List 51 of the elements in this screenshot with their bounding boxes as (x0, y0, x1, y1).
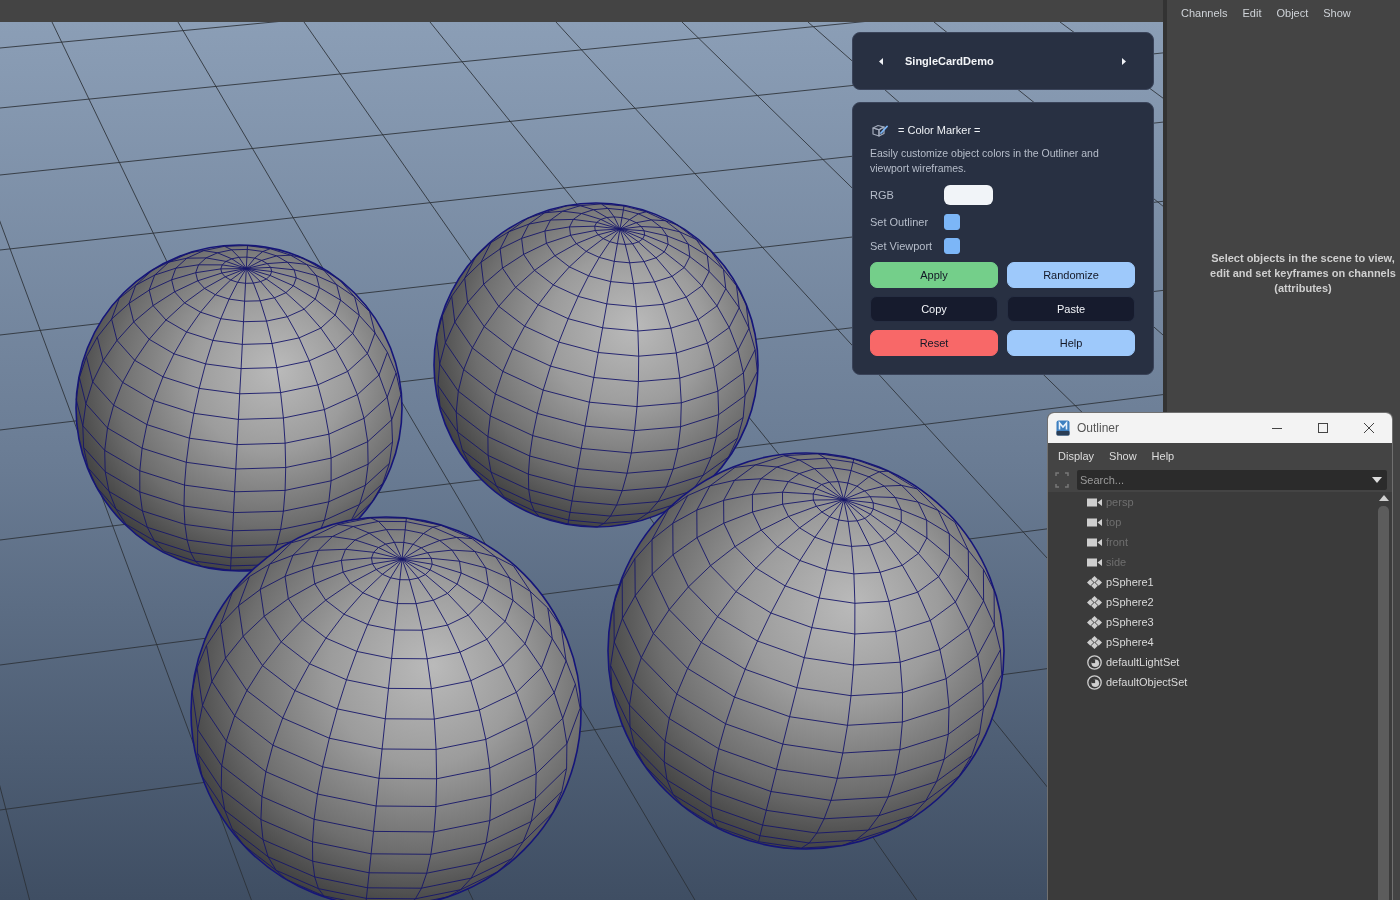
scroll-up-arrow-icon[interactable] (1378, 495, 1389, 501)
checkbox[interactable] (944, 214, 960, 230)
checkbox-label: Set Viewport (870, 240, 934, 252)
menu-item[interactable]: Show (1109, 450, 1137, 462)
menu-item[interactable]: Edit (1242, 6, 1262, 22)
action-button[interactable]: Apply (870, 262, 998, 288)
tool-description: Easily customize object colors in the Outliner and viewport wireframes. (870, 146, 1100, 176)
card-title: SingleCardDemo (905, 55, 994, 67)
menu-item[interactable]: Show (1323, 6, 1351, 22)
transform-icon (1087, 575, 1102, 589)
outliner-item[interactable]: pSphere4 (1048, 632, 1378, 652)
close-icon[interactable] (1364, 423, 1374, 433)
search-field[interactable]: Search... (1077, 470, 1387, 490)
dropdown-arrow-icon[interactable] (1372, 477, 1382, 483)
field-label: RGB (870, 189, 895, 201)
checkbox[interactable] (944, 238, 960, 254)
camera-icon (1087, 557, 1102, 567)
app-icon (1056, 420, 1070, 436)
set-icon (1087, 674, 1102, 690)
menu-item[interactable]: Channels (1181, 6, 1228, 22)
set-icon (1087, 654, 1102, 670)
menu-item[interactable]: Display (1058, 450, 1095, 462)
empty-message: Select objects in the scene to view, edit and set keyframes on channels (attributes) (1209, 251, 1397, 296)
outliner-item[interactable]: defaultLightSet (1048, 652, 1378, 672)
color-swatch[interactable] (944, 185, 993, 205)
checkbox-label: Set Outliner (870, 216, 930, 228)
camera-icon (1087, 537, 1102, 547)
action-button[interactable]: Randomize (1007, 262, 1135, 288)
action-button[interactable]: Paste (1007, 296, 1135, 322)
transform-icon (1087, 595, 1102, 609)
scrollbar-thumb[interactable] (1378, 506, 1389, 900)
outliner-item[interactable]: pSphere1 (1048, 572, 1378, 592)
action-button[interactable]: Copy (870, 296, 998, 322)
action-button[interactable]: Help (1007, 330, 1135, 356)
tool-title: = Color Marker = (898, 124, 981, 136)
action-button[interactable]: Reset (870, 330, 998, 356)
maximize-icon[interactable] (1318, 423, 1328, 433)
cube-pencil-icon (872, 123, 888, 137)
window-title: Outliner (1077, 421, 1120, 435)
camera-icon (1087, 517, 1102, 527)
transform-icon (1087, 615, 1102, 629)
minimize-icon[interactable] (1272, 427, 1282, 429)
menu-item[interactable]: Object (1276, 6, 1309, 22)
outliner-item[interactable]: defaultObjectSet (1048, 672, 1378, 692)
menu-item[interactable]: Help (1151, 450, 1175, 462)
camera-icon (1087, 497, 1102, 507)
caret-right-icon[interactable] (1122, 57, 1126, 65)
outliner-item[interactable]: pSphere3 (1048, 612, 1378, 632)
caret-left-icon[interactable] (879, 57, 883, 65)
transform-icon (1087, 635, 1102, 649)
outliner-item[interactable]: pSphere2 (1048, 592, 1378, 612)
